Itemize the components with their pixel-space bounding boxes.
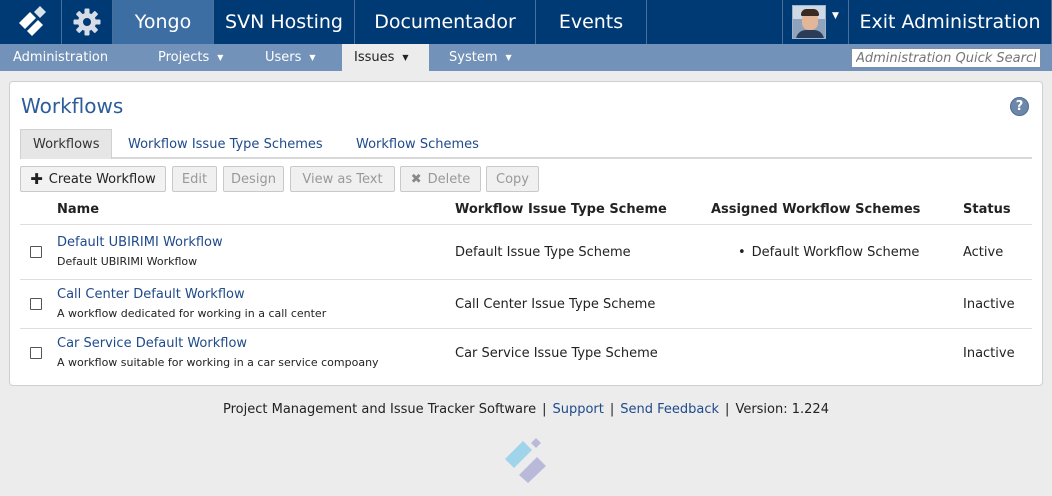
view-as-text-button[interactable]: View as Text [290, 166, 395, 192]
row-checkbox[interactable] [30, 347, 42, 359]
table-row: Call Center Default Workflow A workflow … [20, 280, 1032, 328]
workflow-name-link[interactable]: Car Service Default Workflow [57, 336, 247, 351]
ubirimi-logo-icon [505, 438, 546, 483]
workflow-name-link[interactable]: Call Center Default Workflow [57, 287, 245, 302]
workflow-status: Inactive [963, 346, 1015, 361]
caret-down-icon: ▼ [217, 53, 224, 62]
gear-icon [73, 8, 101, 36]
column-header-status: Status [963, 202, 1011, 217]
copy-button[interactable]: Copy [486, 166, 539, 192]
assigned-workflow-scheme: • Default Workflow Scheme [738, 245, 919, 260]
column-header-issue-type-scheme: Workflow Issue Type Scheme [455, 202, 667, 217]
plus-icon: ✚ [30, 170, 43, 188]
workflow-name-link[interactable]: Default UBIRIMI Workflow [57, 235, 223, 250]
subnav-label: Issues [354, 50, 395, 65]
assigned-scheme-label: Default Workflow Scheme [751, 245, 920, 260]
avatar [792, 5, 827, 39]
workflow-description: A workflow suitable for working in a car… [57, 356, 379, 369]
footer-product-text: Project Management and Issue Tracker Sof… [223, 402, 537, 417]
exit-administration-link[interactable]: Exit Administration [849, 0, 1052, 44]
row-checkbox[interactable] [30, 246, 42, 258]
caret-down-icon: ▼ [309, 53, 316, 62]
settings-button[interactable] [62, 0, 113, 44]
admin-quick-search-input[interactable] [851, 48, 1041, 68]
workflow-issue-type-scheme: Car Service Issue Type Scheme [455, 346, 658, 361]
edit-button[interactable]: Edit [172, 166, 217, 192]
top-navigation-bar: Yongo SVN Hosting Documentador Events ▼ … [0, 0, 1052, 44]
tab-workflow-issue-type-schemes[interactable]: Workflow Issue Type Schemes [128, 129, 323, 159]
subnav-label: Users [265, 50, 302, 65]
user-menu[interactable]: ▼ [782, 0, 849, 44]
support-link[interactable]: Support [552, 402, 603, 417]
table-row: Car Service Default Workflow A workflow … [20, 329, 1032, 379]
footer-separator: | [542, 402, 547, 417]
tab-workflow-schemes[interactable]: Workflow Schemes [356, 129, 479, 159]
subnav-projects[interactable]: Projects ▼ [158, 44, 223, 71]
workflow-tabs: Workflows Workflow Issue Type Schemes Wo… [20, 129, 1032, 159]
subnav-label: System [449, 50, 498, 65]
bullet-icon: • [738, 245, 746, 260]
tab-workflows[interactable]: Workflows [20, 129, 113, 159]
subnav-users[interactable]: Users ▼ [265, 44, 316, 71]
caret-down-icon: ▼ [402, 53, 409, 62]
delete-label: Delete [427, 171, 471, 187]
subnav-issues[interactable]: Issues ▼ [342, 44, 429, 71]
subnav-administration[interactable]: Administration [13, 44, 108, 71]
help-icon[interactable]: ? [1010, 97, 1029, 116]
home-logo-link[interactable] [0, 0, 62, 44]
create-workflow-label: Create Workflow [48, 171, 156, 187]
workflow-status: Active [963, 245, 1004, 260]
workflow-issue-type-scheme: Default Issue Type Scheme [455, 245, 631, 260]
nav-documentador[interactable]: Documentador [355, 0, 536, 44]
page-title: Workflows [21, 94, 124, 118]
caret-down-icon: ▼ [505, 53, 512, 62]
design-button[interactable]: Design [223, 166, 284, 192]
workflow-issue-type-scheme: Call Center Issue Type Scheme [455, 297, 656, 312]
workflows-panel: Workflows ? Workflows Workflow Issue Typ… [9, 81, 1043, 386]
workflow-description: A workflow dedicated for working in a ca… [57, 307, 327, 320]
nav-events[interactable]: Events [536, 0, 647, 44]
table-row: Default UBIRIMI Workflow Default UBIRIMI… [20, 225, 1032, 279]
column-header-name: Name [57, 202, 100, 217]
send-feedback-link[interactable]: Send Feedback [620, 402, 719, 417]
footer: Project Management and Issue Tracker Sof… [0, 402, 1052, 417]
footer-separator: | [725, 402, 730, 417]
subnav-label: Administration [13, 50, 109, 65]
subnav-system[interactable]: System ▼ [449, 44, 512, 71]
delete-button[interactable]: ✖ Delete [400, 166, 481, 192]
column-header-assigned-schemes: Assigned Workflow Schemes [711, 202, 921, 217]
subnav-label: Projects [158, 50, 210, 65]
workflow-description: Default UBIRIMI Workflow [57, 255, 198, 268]
ubirimi-logo-icon [18, 6, 46, 36]
x-icon: ✖ [410, 171, 422, 187]
version-text: Version: 1.224 [735, 402, 829, 417]
caret-down-icon: ▼ [832, 11, 839, 21]
create-workflow-button[interactable]: ✚ Create Workflow [20, 166, 166, 192]
nav-svn-hosting[interactable]: SVN Hosting [214, 0, 355, 44]
nav-yongo[interactable]: Yongo [113, 0, 214, 44]
footer-separator: | [609, 402, 615, 417]
row-checkbox[interactable] [30, 298, 42, 310]
workflow-status: Inactive [963, 297, 1015, 312]
